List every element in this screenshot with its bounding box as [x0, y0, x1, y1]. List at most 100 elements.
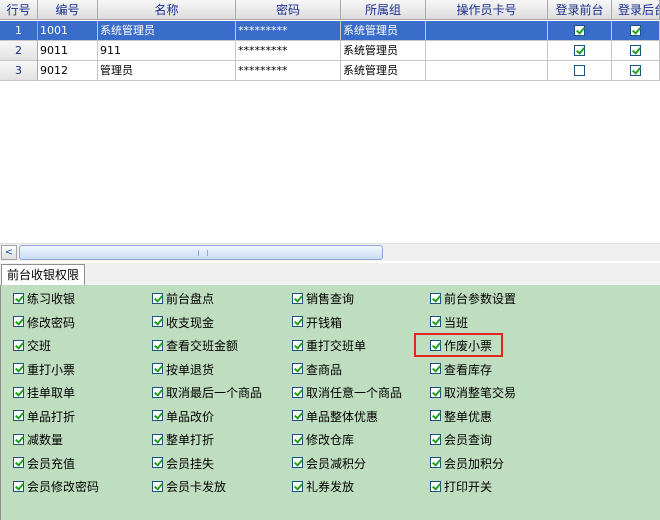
back-login-checkbox[interactable]: [630, 24, 641, 36]
permission-checkbox[interactable]: [292, 433, 303, 445]
table-row[interactable]: 2 9011 911 ********* 系统管理员: [0, 41, 660, 61]
permission-item[interactable]: 重打小票: [13, 360, 75, 380]
cell-back-login[interactable]: [612, 41, 660, 61]
permission-item[interactable]: 礼券发放: [292, 477, 354, 497]
permission-checkbox[interactable]: [292, 339, 303, 351]
permission-checkbox[interactable]: [292, 410, 303, 421]
cell-name[interactable]: 管理员: [98, 61, 236, 81]
cell-card[interactable]: [426, 21, 548, 41]
permission-checkbox[interactable]: [13, 410, 24, 421]
permission-checkbox[interactable]: [152, 339, 163, 351]
permission-item[interactable]: 收支现金: [152, 313, 214, 333]
col-header-code[interactable]: 编号: [38, 0, 98, 20]
permission-item[interactable]: 会员卡发放: [152, 477, 226, 497]
permission-checkbox[interactable]: [13, 480, 24, 492]
permission-item[interactable]: 打印开关: [430, 477, 492, 497]
cell-code[interactable]: 9012: [38, 61, 98, 81]
cell-front-login[interactable]: [548, 61, 612, 81]
row-number[interactable]: 1: [0, 21, 38, 41]
cell-name[interactable]: 系统管理员: [98, 21, 236, 41]
cell-group[interactable]: 系统管理员: [341, 41, 426, 61]
permission-checkbox[interactable]: [13, 292, 24, 304]
permission-checkbox[interactable]: [430, 386, 441, 398]
horizontal-scrollbar[interactable]: <: [0, 243, 660, 261]
back-login-checkbox[interactable]: [630, 64, 641, 76]
permission-checkbox[interactable]: [13, 433, 24, 445]
col-header-back-login[interactable]: 登录后台: [612, 0, 660, 20]
scroll-left-arrow-icon[interactable]: <: [1, 245, 17, 260]
permission-item[interactable]: 会员充值: [13, 454, 75, 474]
permission-checkbox[interactable]: [430, 363, 441, 374]
permission-checkbox[interactable]: [13, 457, 24, 468]
permission-checkbox[interactable]: [292, 292, 303, 304]
row-number[interactable]: 3: [0, 61, 38, 81]
permission-item[interactable]: 会员减积分: [292, 454, 366, 474]
permission-item[interactable]: 单品整体优惠: [292, 407, 378, 427]
permission-checkbox[interactable]: [152, 292, 163, 304]
permission-checkbox[interactable]: [13, 339, 24, 351]
permission-item[interactable]: 会员修改密码: [13, 477, 99, 497]
permission-checkbox[interactable]: [152, 480, 163, 492]
cell-name[interactable]: 911: [98, 41, 236, 61]
permission-checkbox[interactable]: [430, 480, 441, 492]
permission-checkbox[interactable]: [430, 433, 441, 445]
permission-item[interactable]: 修改仓库: [292, 430, 354, 450]
cell-back-login[interactable]: [612, 21, 660, 41]
permission-item[interactable]: 单品打折: [13, 407, 75, 427]
table-row[interactable]: 3 9012 管理员 ********* 系统管理员: [0, 61, 660, 81]
permission-item[interactable]: 开钱箱: [292, 313, 342, 333]
col-header-front-login[interactable]: 登录前台: [548, 0, 612, 20]
permission-item[interactable]: 挂单取单: [13, 383, 75, 403]
permission-item[interactable]: 取消整笔交易: [430, 383, 516, 403]
back-login-checkbox[interactable]: [630, 44, 641, 56]
permission-item[interactable]: 会员查询: [430, 430, 492, 450]
cell-code[interactable]: 1001: [38, 21, 98, 41]
permission-item[interactable]: 练习收银: [13, 289, 75, 309]
permission-item[interactable]: 查看交班金额: [152, 336, 238, 356]
cell-password[interactable]: *********: [236, 61, 341, 81]
permission-checkbox[interactable]: [292, 480, 303, 492]
permission-item[interactable]: 整单优惠: [430, 407, 492, 427]
cell-back-login[interactable]: [612, 61, 660, 81]
permission-checkbox[interactable]: [152, 363, 163, 374]
permission-checkbox[interactable]: [152, 433, 163, 445]
col-header-group[interactable]: 所属组: [341, 0, 426, 20]
cell-code[interactable]: 9011: [38, 41, 98, 61]
cell-front-login[interactable]: [548, 41, 612, 61]
row-number[interactable]: 2: [0, 41, 38, 61]
permission-checkbox[interactable]: [292, 457, 303, 468]
permission-item[interactable]: 修改密码: [13, 313, 75, 333]
permission-item[interactable]: 会员加积分: [430, 454, 504, 474]
front-login-checkbox[interactable]: [574, 24, 585, 36]
permission-item[interactable]: 当班: [430, 313, 468, 333]
permission-checkbox[interactable]: [292, 363, 303, 374]
permission-checkbox[interactable]: [152, 316, 163, 327]
permission-checkbox[interactable]: [13, 316, 24, 327]
cell-group[interactable]: 系统管理员: [341, 61, 426, 81]
permission-checkbox[interactable]: [292, 316, 303, 327]
permission-item[interactable]: 取消任意一个商品: [292, 383, 402, 403]
cell-password[interactable]: *********: [236, 41, 341, 61]
cell-card[interactable]: [426, 61, 548, 81]
permission-checkbox[interactable]: [13, 386, 24, 398]
permission-checkbox[interactable]: [152, 457, 163, 468]
permission-item[interactable]: 前台盘点: [152, 289, 214, 309]
col-header-password[interactable]: 密码: [236, 0, 341, 20]
cell-front-login[interactable]: [548, 21, 612, 41]
permission-item[interactable]: 减数量: [13, 430, 63, 450]
cell-password[interactable]: *********: [236, 21, 341, 41]
permission-item[interactable]: 销售查询: [292, 289, 354, 309]
front-login-checkbox[interactable]: [574, 44, 585, 56]
permission-checkbox[interactable]: [292, 386, 303, 398]
permission-checkbox[interactable]: [430, 316, 441, 327]
front-login-checkbox[interactable]: [574, 64, 585, 76]
permission-checkbox[interactable]: [430, 457, 441, 468]
permission-checkbox[interactable]: [430, 410, 441, 421]
cell-group[interactable]: 系统管理员: [341, 21, 426, 41]
col-header-card[interactable]: 操作员卡号: [426, 0, 548, 20]
permission-item[interactable]: 重打交班单: [292, 336, 366, 356]
permission-item[interactable]: 前台参数设置: [430, 289, 516, 309]
permission-checkbox[interactable]: [13, 363, 24, 374]
col-header-name[interactable]: 名称: [98, 0, 236, 20]
permission-item[interactable]: 交班: [13, 336, 51, 356]
